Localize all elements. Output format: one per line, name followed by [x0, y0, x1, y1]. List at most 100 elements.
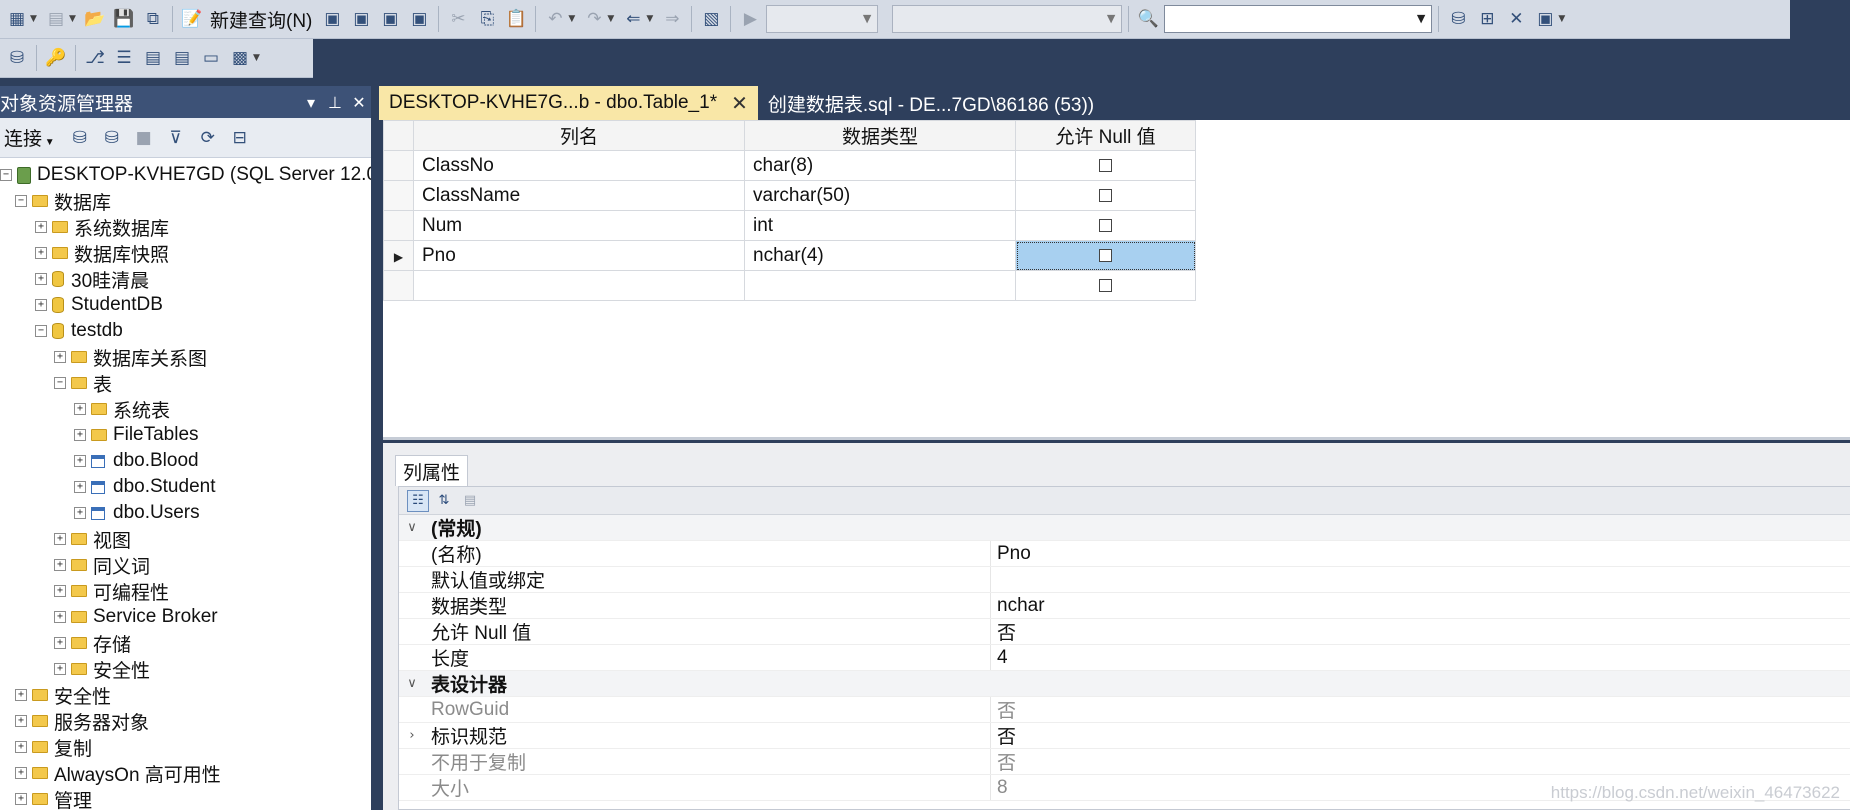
tree-node-system-tables[interactable]: + 系统表 [0, 396, 371, 422]
manage-fulltext-icon[interactable]: ▤ [140, 45, 166, 71]
window-dropdown-icon[interactable]: ▼ [1558, 14, 1568, 24]
property-row-identity[interactable]: › 标识规范否 [399, 723, 1850, 749]
execute-icon[interactable]: ▶ [737, 6, 763, 32]
property-value[interactable]: 否 [991, 618, 1016, 645]
disconnect-icon[interactable]: ⛁ [99, 125, 125, 151]
close-icon[interactable]: ✕ [347, 93, 371, 112]
collapse-icon[interactable]: ∨ [399, 676, 425, 691]
property-value[interactable]: nchar [991, 595, 1045, 617]
tree-node-studentdb[interactable]: + StudentDB [0, 292, 371, 318]
generate-change-script-icon[interactable]: ⛁ [4, 45, 30, 71]
new-project-icon[interactable]: ▦ [4, 6, 30, 32]
copy-icon[interactable]: ⎘ [474, 6, 500, 32]
tree-node-db-diagrams[interactable]: + 数据库关系图 [0, 344, 371, 370]
tree-node-alwayson[interactable]: + AlwaysOn 高可用性 [0, 760, 371, 786]
data-type-cell[interactable]: nchar(4) [744, 240, 1016, 271]
save-icon[interactable]: 💾 [111, 6, 137, 32]
row-selector[interactable] [383, 270, 414, 301]
property-row-not-for-replication[interactable]: 不用于复制否 [399, 749, 1850, 775]
cut-icon[interactable]: ✂ [445, 6, 471, 32]
connect-button[interactable]: 连接 ▼ [4, 124, 55, 151]
undo-dropdown-icon[interactable]: ▼ [568, 14, 578, 24]
tree-node-db-30[interactable]: +30眭清晨 [0, 266, 371, 292]
save-all-icon[interactable]: ⧉ [140, 6, 166, 32]
property-row-allow-null[interactable]: 允许 Null 值否 [399, 619, 1850, 645]
find-combo[interactable]: ▼ [1164, 5, 1433, 33]
expand-icon[interactable]: + [74, 429, 86, 441]
expand-icon[interactable]: + [15, 793, 27, 805]
expand-icon[interactable]: + [35, 247, 47, 259]
categorized-icon[interactable]: ☷ [407, 489, 429, 512]
tree-node-users[interactable]: + dbo.Users [0, 500, 371, 526]
collapse-icon[interactable]: ∨ [399, 520, 425, 535]
manage-indexes-icon[interactable]: ☰ [111, 45, 137, 71]
dmx-query-icon[interactable]: ▣ [377, 6, 403, 32]
collapse-all-icon[interactable]: ⊟ [227, 125, 253, 151]
property-row-length[interactable]: 长度 4 [399, 645, 1850, 671]
tree-node-server-objects[interactable]: + 服务器对象 [0, 708, 371, 734]
row-selector[interactable] [383, 150, 414, 181]
expand-icon[interactable]: + [74, 507, 86, 519]
tree-node-db-snapshots[interactable]: + 数据库快照 [0, 240, 371, 266]
tree-node-filetables[interactable]: + FileTables [0, 422, 371, 448]
manage-check-constraints-icon[interactable]: ▭ [198, 45, 224, 71]
registered-servers-icon[interactable]: ⛁ [1445, 6, 1471, 32]
tree-node-service-broker[interactable]: + Service Broker [0, 604, 371, 630]
stop-icon[interactable]: ■ [131, 125, 157, 151]
allow-null-checkbox[interactable] [1099, 248, 1112, 262]
navigate-dropdown-icon[interactable]: ▼ [646, 14, 656, 24]
property-row-default[interactable]: 默认值或绑定 [399, 567, 1850, 593]
solution-config-combo[interactable]: ▼ [892, 5, 1123, 33]
row-selector[interactable] [383, 180, 414, 211]
data-type-cell[interactable]: varchar(50) [744, 180, 1016, 211]
manage-xml-indexes-icon[interactable]: ▤ [169, 45, 195, 71]
expand-icon[interactable]: + [54, 559, 66, 571]
property-pages-icon[interactable]: ▤ [459, 490, 481, 512]
new-query-icon[interactable]: 📝 [179, 6, 205, 32]
tree-node-management[interactable]: + 管理 [0, 786, 371, 810]
screenshot-icon[interactable]: ▧ [698, 6, 724, 32]
row-selector[interactable]: ▶ [383, 240, 414, 271]
allow-null-cell[interactable] [1015, 270, 1196, 301]
expand-icon[interactable]: + [35, 299, 47, 311]
redo-icon[interactable]: ↷ [581, 6, 607, 32]
panel-menu-icon[interactable]: ▾ [299, 93, 323, 112]
tree-node-tables[interactable]: − 表 [0, 370, 371, 396]
collapse-icon[interactable]: − [35, 325, 47, 337]
property-value[interactable]: 否 [991, 722, 1016, 749]
tree-node-programmability[interactable]: + 可编程性 [0, 578, 371, 604]
allow-null-checkbox[interactable] [1099, 278, 1112, 292]
tree-node-security[interactable]: + 安全性 [0, 682, 371, 708]
mdx-query-icon[interactable]: ▣ [348, 6, 374, 32]
allow-null-cell[interactable] [1015, 150, 1196, 181]
data-type-cell[interactable] [744, 270, 1016, 301]
expand-icon[interactable]: + [74, 455, 86, 467]
collapse-icon[interactable]: − [54, 377, 66, 389]
tools-icon[interactable]: ✕ [1503, 6, 1529, 32]
db-engine-query-icon[interactable]: ▣ [319, 6, 345, 32]
open-file-icon[interactable]: 📂 [82, 6, 108, 32]
allow-null-checkbox[interactable] [1099, 188, 1112, 202]
redo-dropdown-icon[interactable]: ▼ [607, 14, 617, 24]
property-value[interactable]: Pno [991, 543, 1031, 565]
expand-icon[interactable]: + [35, 273, 47, 285]
refresh-icon[interactable]: ⟳ [195, 125, 221, 151]
expand-icon[interactable]: + [54, 351, 66, 363]
paste-icon[interactable]: 📋 [503, 6, 529, 32]
category-table-designer[interactable]: ∨ 表设计器 [399, 671, 1850, 697]
property-row-name[interactable]: (名称) Pno [399, 541, 1850, 567]
tree-node-testdb[interactable]: − testdb [0, 318, 371, 344]
expand-icon[interactable]: + [54, 533, 66, 545]
expand-icon[interactable]: + [15, 767, 27, 779]
manage-spatial-indexes-icon[interactable]: ▩ [227, 45, 253, 71]
tree-node-synonyms[interactable]: + 同义词 [0, 552, 371, 578]
data-type-cell[interactable]: int [744, 210, 1016, 241]
column-name-cell[interactable] [413, 270, 745, 301]
tree-node-db-security[interactable]: + 安全性 [0, 656, 371, 682]
data-type-cell[interactable]: char(8) [744, 150, 1016, 181]
filter-icon[interactable]: ⊽ [163, 125, 189, 151]
relationships-icon[interactable]: ⎇ [82, 45, 108, 71]
column-name-cell[interactable]: ClassNo [413, 150, 745, 181]
new-project-dropdown-icon[interactable]: ▼ [30, 14, 40, 24]
tree-node-system-databases[interactable]: + 系统数据库 [0, 214, 371, 240]
